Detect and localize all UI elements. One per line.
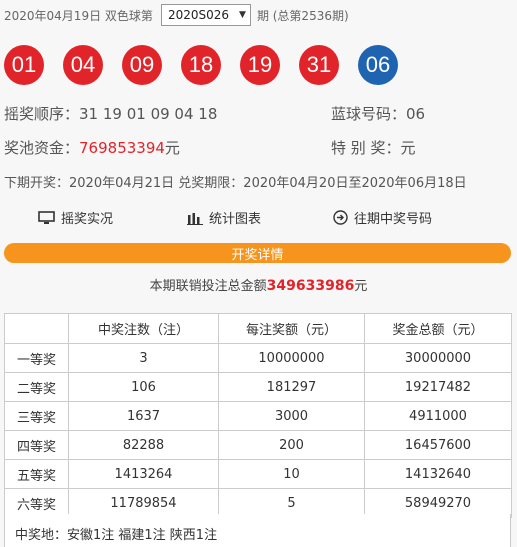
issue-select-value: 2020S026 bbox=[167, 8, 229, 22]
live-draw-label: 摇奖实况 bbox=[61, 212, 114, 227]
sales-label: 本期联销投注总金额 bbox=[149, 279, 267, 294]
table-header-row: 中奖注数（注） 每注奖额（元） 奖金总额（元） bbox=[4, 313, 512, 344]
prize-level: 三等奖 bbox=[4, 401, 69, 431]
winner-count: 1413264 bbox=[68, 459, 219, 489]
prize-per-bet: 181297 bbox=[218, 372, 365, 402]
live-draw-link[interactable]: 摇奖实况 bbox=[38, 208, 113, 227]
winner-count: 3 bbox=[68, 343, 219, 373]
history-label: 往期中奖号码 bbox=[354, 212, 433, 227]
red-ball: 01 bbox=[4, 45, 44, 85]
sales-amount: 349633986 bbox=[266, 278, 355, 294]
table-row: 五等奖 1413264 10 14132640 bbox=[4, 459, 512, 489]
winning-locations: 中奖地：安徽1注 福建1注 陕西1注 bbox=[4, 514, 511, 547]
bar-chart-icon bbox=[187, 211, 203, 225]
prize-per-bet: 10 bbox=[218, 459, 365, 489]
column-header: 每注奖额（元） bbox=[218, 313, 365, 344]
table-row: 二等奖 106 181297 19217482 bbox=[4, 372, 512, 402]
column-header: 奖金总额（元） bbox=[364, 313, 512, 344]
prize-pool: 奖池资金：769853394元 bbox=[4, 137, 180, 158]
blue-number-value: 06 bbox=[406, 105, 426, 123]
prize-pool-unit: 元 bbox=[164, 139, 180, 157]
chevron-down-icon: ▼ bbox=[239, 10, 246, 20]
prize-total: 19217482 bbox=[364, 372, 512, 402]
draw-order-label: 摇奖顺序： bbox=[4, 105, 80, 123]
sales-total: 本期联销投注总金额349633986元 bbox=[0, 275, 517, 294]
stats-chart-link[interactable]: 统计图表 bbox=[187, 208, 261, 227]
draw-header: 2020年04月19日 双色球第 2020S026 ▼ 期 (总第2536期) bbox=[4, 4, 349, 26]
winner-count: 106 bbox=[68, 372, 219, 402]
monitor-icon bbox=[38, 210, 55, 225]
blue-ball: 06 bbox=[358, 45, 398, 85]
quick-links: 摇奖实况 统计图表 往期中奖号码 bbox=[0, 208, 517, 228]
red-ball: 04 bbox=[63, 45, 103, 85]
issue-select[interactable]: 2020S026 ▼ bbox=[160, 4, 251, 26]
special-prize-label: 特 别 奖： bbox=[331, 139, 401, 157]
prize-total: 4911000 bbox=[364, 401, 512, 431]
game-name: 双色球第 bbox=[104, 8, 153, 23]
prize-per-bet: 10000000 bbox=[218, 343, 365, 373]
issue-suffix: 期 (总第2536期) bbox=[256, 8, 349, 23]
prize-total: 16457600 bbox=[364, 430, 512, 460]
prize-total: 14132640 bbox=[364, 459, 512, 489]
prize-level: 四等奖 bbox=[4, 430, 69, 460]
arrow-circle-icon bbox=[333, 210, 348, 225]
special-prize-value: 元 bbox=[400, 139, 416, 157]
sales-unit: 元 bbox=[354, 279, 368, 294]
details-button[interactable]: 开奖详情 bbox=[4, 243, 511, 263]
blue-number: 蓝球号码：06 bbox=[331, 103, 425, 124]
red-ball: 31 bbox=[299, 45, 339, 85]
next-draw-info: 下期开奖：2020年04月21日 兑奖期限：2020年04月20日至2020年0… bbox=[4, 176, 467, 191]
prize-per-bet: 200 bbox=[218, 430, 365, 460]
winner-count: 82288 bbox=[68, 430, 219, 460]
table-row: 一等奖 3 10000000 30000000 bbox=[4, 343, 512, 373]
prize-level: 二等奖 bbox=[4, 372, 69, 402]
prize-table: 中奖注数（注） 每注奖额（元） 奖金总额（元） 一等奖 3 10000000 3… bbox=[4, 313, 512, 518]
red-ball: 19 bbox=[240, 45, 280, 85]
history-link[interactable]: 往期中奖号码 bbox=[333, 208, 432, 227]
stats-chart-label: 统计图表 bbox=[209, 212, 262, 227]
winning-balls: 01 04 09 18 19 31 06 bbox=[4, 45, 398, 85]
draw-order-value: 31 19 01 09 04 18 bbox=[79, 105, 218, 123]
column-header: 中奖注数（注） bbox=[68, 313, 219, 344]
prize-level: 一等奖 bbox=[4, 343, 69, 373]
special-prize: 特 别 奖：元 bbox=[331, 137, 416, 158]
prize-pool-value: 769853394 bbox=[79, 139, 165, 157]
table-row: 四等奖 82288 200 16457600 bbox=[4, 430, 512, 460]
prize-pool-label: 奖池资金： bbox=[4, 139, 80, 157]
draw-order: 摇奖顺序：31 19 01 09 04 18 bbox=[4, 103, 217, 124]
prize-level: 五等奖 bbox=[4, 459, 69, 489]
red-ball: 09 bbox=[122, 45, 162, 85]
draw-date: 2020年04月19日 bbox=[4, 8, 102, 23]
prize-total: 30000000 bbox=[364, 343, 512, 373]
blue-number-label: 蓝球号码： bbox=[331, 105, 407, 123]
red-ball: 18 bbox=[181, 45, 221, 85]
table-row: 三等奖 1637 3000 4911000 bbox=[4, 401, 512, 431]
winner-count: 1637 bbox=[68, 401, 219, 431]
column-header bbox=[4, 313, 69, 344]
prize-per-bet: 3000 bbox=[218, 401, 365, 431]
